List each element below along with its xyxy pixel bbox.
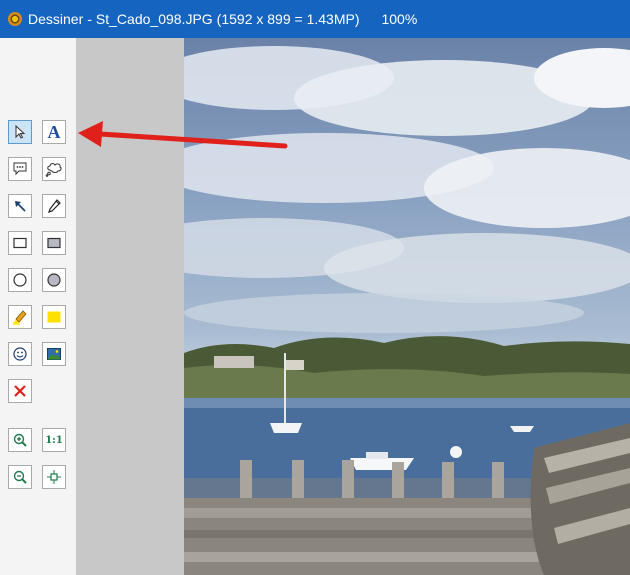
insert-image-tool-button[interactable] [42, 342, 66, 366]
text-tool-button[interactable]: A [42, 120, 66, 144]
ellipse-outline-icon [12, 272, 28, 288]
title-bar: Dessiner - St_Cado_098.JPG (1592 x 899 =… [0, 0, 630, 38]
select-tool-button[interactable] [8, 120, 32, 144]
speech-bubble-tool-button[interactable] [8, 157, 32, 181]
ellipse-filled-icon [46, 272, 62, 288]
title-separator: - [87, 11, 92, 27]
app-logo-icon [8, 12, 22, 26]
ellipse-filled-tool-button[interactable] [42, 268, 66, 292]
rectangle-filled-tool-button[interactable] [42, 231, 66, 255]
ellipse-outline-tool-button[interactable] [8, 268, 32, 292]
canvas-margin [76, 38, 184, 575]
emoji-tool-button[interactable] [8, 342, 32, 366]
rectangle-outline-icon [12, 235, 28, 251]
zoom-in-button[interactable] [8, 428, 32, 452]
image-canvas[interactable] [184, 38, 630, 575]
highlighter-tool-button[interactable] [8, 305, 32, 329]
rectangle-filled-icon [46, 235, 62, 251]
actual-size-icon: 1:1 [45, 434, 63, 446]
fit-window-button[interactable] [42, 465, 66, 489]
app-name: Dessiner [28, 11, 84, 27]
yellow-fill-tool-button[interactable] [42, 305, 66, 329]
fit-window-icon [46, 469, 62, 485]
file-name: St_Cado_098.JPG [95, 11, 213, 27]
pencil-icon [46, 198, 62, 214]
speech-bubble-icon [12, 161, 28, 177]
delete-tool-button[interactable] [8, 379, 32, 403]
zoom-out-button[interactable] [8, 465, 32, 489]
thought-bubble-icon [45, 161, 63, 177]
actual-size-button[interactable]: 1:1 [42, 428, 66, 452]
thought-bubble-tool-button[interactable] [42, 157, 66, 181]
image-icon [46, 346, 62, 362]
yellow-fill-icon [46, 309, 62, 325]
zoom-out-icon [12, 469, 28, 485]
delete-x-icon [12, 383, 28, 399]
pencil-tool-button[interactable] [42, 194, 66, 218]
zoom-level: 100% [381, 11, 418, 27]
tool-palette: A 1:1 [0, 38, 76, 575]
photo-image [184, 46, 630, 575]
arrow-tool-button[interactable] [8, 194, 32, 218]
smiley-icon [12, 346, 28, 362]
pointer-icon [12, 124, 28, 140]
window-title: Dessiner - St_Cado_098.JPG (1592 x 899 =… [28, 11, 417, 27]
text-a-icon: A [47, 122, 61, 142]
rectangle-outline-tool-button[interactable] [8, 231, 32, 255]
highlighter-icon [11, 308, 29, 326]
zoom-in-icon [12, 432, 28, 448]
arrow-icon [12, 198, 28, 214]
image-info: (1592 x 899 = 1.43MP) [216, 11, 360, 27]
